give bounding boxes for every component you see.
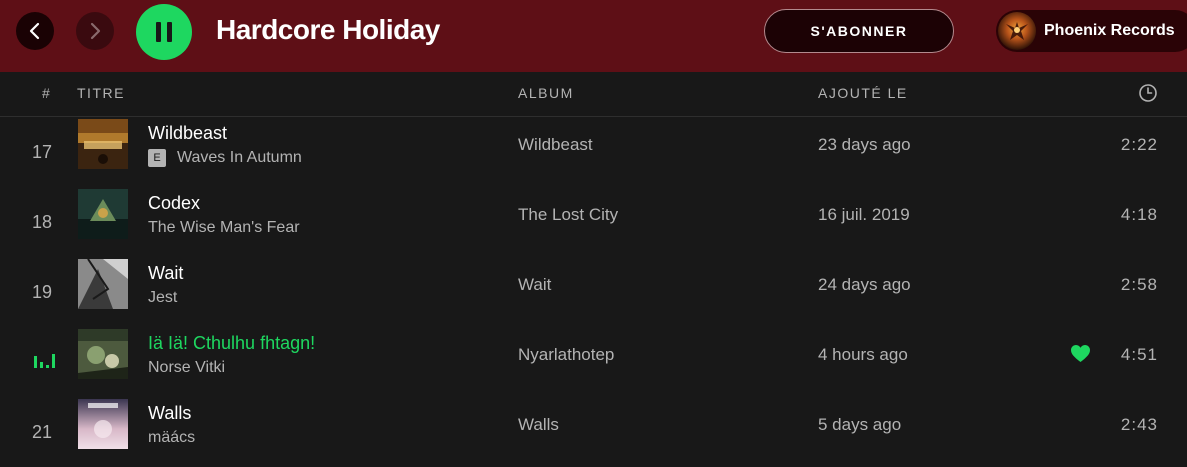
track-date-added: 24 days ago xyxy=(818,275,911,294)
heart-icon[interactable] xyxy=(1070,344,1091,363)
track-album[interactable]: Walls xyxy=(518,415,559,435)
track-title[interactable]: Wait xyxy=(148,263,183,284)
track-duration: 4:51 xyxy=(1120,345,1158,364)
track-artist-line: E Waves In Autumn xyxy=(148,149,302,167)
track-artist[interactable]: Jest xyxy=(148,289,177,307)
track-title[interactable]: Iä Iä! Cthulhu fhtagn! xyxy=(148,333,315,354)
avatar xyxy=(998,12,1036,50)
back-button[interactable] xyxy=(16,12,54,50)
track-number: 18 xyxy=(31,212,53,232)
equalizer-icon xyxy=(34,352,55,368)
column-album[interactable]: ALBUM xyxy=(518,85,574,101)
track-number: 19 xyxy=(31,282,53,302)
album-cover[interactable] xyxy=(78,399,128,449)
track-date-added: 23 days ago xyxy=(818,135,911,154)
column-number: # xyxy=(42,85,52,101)
track-artist-line: Jest xyxy=(148,289,177,307)
track-date-added: 16 juil. 2019 xyxy=(818,205,910,224)
album-cover[interactable] xyxy=(78,259,128,309)
track-artist-line: Norse Vitki xyxy=(148,359,225,377)
track-row[interactable]: 19 Wait Jest Wait 24 days ago 2:58 xyxy=(0,257,1187,327)
track-album[interactable]: Nyarlathotep xyxy=(518,345,614,365)
track-artist-line: The Wise Man's Fear xyxy=(148,219,300,237)
clock-icon xyxy=(1139,84,1157,102)
chevron-left-icon xyxy=(29,22,40,40)
playlist-title: Hardcore Holiday xyxy=(216,14,440,45)
track-number: 17 xyxy=(31,142,53,162)
track-artist[interactable]: Waves In Autumn xyxy=(177,149,302,167)
track-date-added: 5 days ago xyxy=(818,415,902,434)
chevron-right-icon xyxy=(90,22,101,40)
pause-button[interactable] xyxy=(136,4,192,60)
track-duration: 4:18 xyxy=(1120,205,1158,224)
track-duration: 2:22 xyxy=(1120,135,1158,154)
album-cover[interactable] xyxy=(78,119,128,169)
track-title[interactable]: Codex xyxy=(148,193,200,214)
user-name: Phoenix Records xyxy=(1044,22,1175,39)
subscribe-button[interactable]: S'ABONNER xyxy=(764,9,954,53)
track-artist[interactable]: Norse Vitki xyxy=(148,359,225,377)
album-cover[interactable] xyxy=(78,189,128,239)
column-title[interactable]: TITRE xyxy=(77,85,125,101)
track-list: 17 Wildbeast E Waves In Autumn Wildbeast… xyxy=(0,117,1187,467)
forward-button[interactable] xyxy=(76,12,114,50)
track-date-added: 4 hours ago xyxy=(818,345,908,364)
album-cover[interactable] xyxy=(78,329,128,379)
track-album[interactable]: Wait xyxy=(518,275,551,295)
track-artist-line: mäács xyxy=(148,429,195,447)
track-duration: 2:43 xyxy=(1120,415,1158,434)
column-date-added[interactable]: AJOUTÉ LE xyxy=(818,85,908,101)
track-row[interactable]: 18 Codex The Wise Man's Fear The Lost Ci… xyxy=(0,187,1187,257)
track-artist[interactable]: mäács xyxy=(148,429,195,447)
user-menu[interactable]: Phoenix Records xyxy=(996,10,1187,52)
pause-icon xyxy=(156,22,172,42)
column-duration[interactable] xyxy=(1138,83,1158,106)
phoenix-logo-icon xyxy=(1006,22,1028,40)
track-album[interactable]: Wildbeast xyxy=(518,135,593,155)
track-title[interactable]: Walls xyxy=(148,403,191,424)
top-bar: Hardcore Holiday S'ABONNER Phoenix Recor… xyxy=(0,0,1187,72)
explicit-badge: E xyxy=(148,149,166,167)
track-title[interactable]: Wildbeast xyxy=(148,123,227,144)
track-row[interactable]: 17 Wildbeast E Waves In Autumn Wildbeast… xyxy=(0,117,1187,187)
track-artist[interactable]: The Wise Man's Fear xyxy=(148,219,300,237)
track-row-playing[interactable]: Iä Iä! Cthulhu fhtagn! Norse Vitki Nyarl… xyxy=(0,327,1187,397)
track-album[interactable]: The Lost City xyxy=(518,205,618,225)
track-row[interactable]: 21 Walls mäács Walls 5 days ago 2:43 xyxy=(0,397,1187,467)
track-duration: 2:58 xyxy=(1120,275,1158,294)
track-number: 21 xyxy=(31,422,53,442)
track-list-header: # TITRE ALBUM AJOUTÉ LE xyxy=(0,72,1187,117)
